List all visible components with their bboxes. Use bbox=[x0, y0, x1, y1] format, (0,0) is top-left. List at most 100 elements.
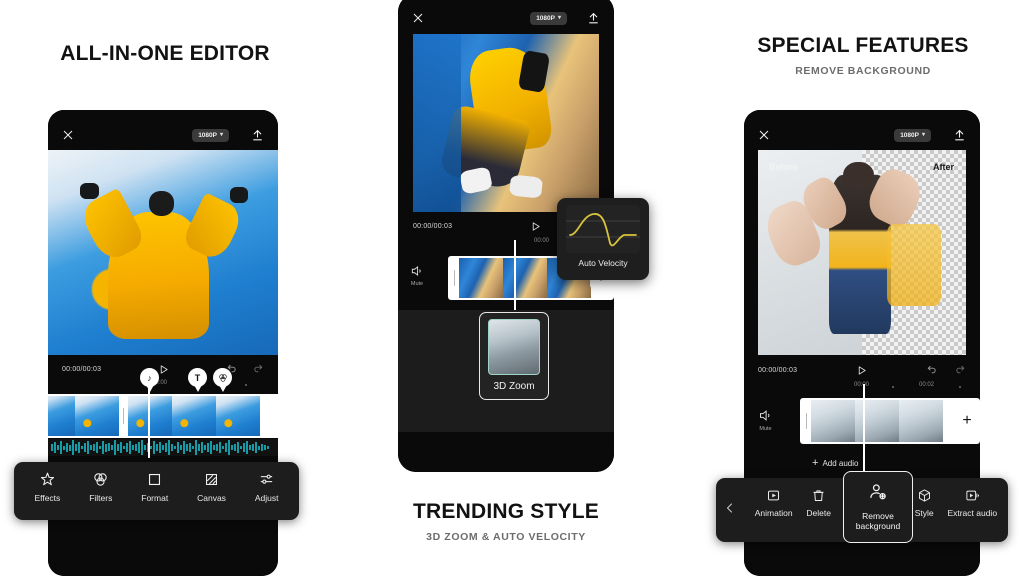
tool-adjust[interactable]: Adjust bbox=[254, 471, 279, 503]
left-video-preview[interactable] bbox=[48, 150, 278, 355]
clip-thumbnail[interactable] bbox=[128, 396, 172, 436]
animation-icon bbox=[766, 488, 781, 503]
audio-waveform[interactable] bbox=[48, 439, 278, 456]
tool-format[interactable]: Format bbox=[141, 471, 168, 503]
clip-thumbnail[interactable] bbox=[503, 258, 547, 298]
text-marker[interactable]: T bbox=[188, 368, 207, 393]
right-topbar: 1080P ▾ bbox=[744, 124, 980, 146]
middle-topbar: 1080P ▾ bbox=[398, 7, 614, 29]
export-icon[interactable] bbox=[953, 129, 966, 142]
mute-button[interactable]: Mute bbox=[410, 264, 424, 287]
left-primary-toolbar: Effects Filters Format Canvas Adjust bbox=[14, 462, 299, 520]
left-headline: ALL-IN-ONE EDITOR bbox=[0, 42, 330, 66]
audio-marker[interactable]: ♪ bbox=[140, 368, 159, 393]
velocity-label: Auto Velocity bbox=[578, 258, 628, 268]
export-icon[interactable] bbox=[587, 12, 600, 25]
clip-thumbnail[interactable] bbox=[459, 258, 503, 298]
auto-velocity-card[interactable]: Auto Velocity bbox=[557, 198, 649, 280]
add-clip-button[interactable]: + bbox=[956, 410, 978, 432]
tool-label: Extract audio bbox=[947, 508, 998, 518]
tool-label: Effects bbox=[34, 493, 61, 503]
trim-handle-left[interactable] bbox=[450, 258, 459, 298]
clip-thumbnail[interactable] bbox=[899, 400, 943, 442]
playhead[interactable] bbox=[148, 382, 150, 458]
resolution-badge[interactable]: 1080P ▾ bbox=[530, 11, 567, 25]
left-ruler: 00:00 bbox=[48, 380, 278, 390]
trash-icon bbox=[811, 488, 826, 503]
chevron-left-icon[interactable] bbox=[724, 502, 736, 514]
music-note-icon: ♪ bbox=[147, 372, 152, 383]
left-heading-text: ALL-IN-ONE EDITOR bbox=[60, 42, 270, 65]
before-label: Before bbox=[769, 162, 798, 172]
speaker-icon bbox=[760, 410, 770, 421]
redo-icon[interactable] bbox=[955, 365, 966, 376]
tool-extract-audio[interactable]: Extract audio bbox=[947, 488, 997, 518]
play-icon[interactable] bbox=[530, 221, 541, 232]
mute-button[interactable]: Mute bbox=[758, 408, 773, 432]
tool-animation[interactable]: Animation bbox=[755, 488, 793, 518]
chevron-down-icon: ▾ bbox=[219, 132, 223, 138]
add-audio-label: Add audio bbox=[822, 459, 859, 468]
ruler-tick-mid: 00:02 bbox=[919, 382, 935, 388]
tool-filters[interactable]: Filters bbox=[89, 471, 112, 503]
tool-canvas[interactable]: Canvas bbox=[197, 471, 226, 503]
trim-handle-mid[interactable] bbox=[119, 396, 128, 436]
plus-icon: + bbox=[812, 457, 819, 469]
middle-video-preview[interactable] bbox=[413, 34, 599, 212]
middle-heading-text: TRENDING STYLE bbox=[413, 500, 599, 523]
resolution-badge[interactable]: 1080P ▾ bbox=[192, 128, 229, 142]
mute-label: Mute bbox=[759, 426, 772, 432]
timecode-label: 00:00/00:03 bbox=[62, 365, 102, 373]
play-icon[interactable] bbox=[856, 365, 867, 376]
clip-thumbnail[interactable] bbox=[811, 400, 855, 442]
right-ruler: 00:00 00:02 bbox=[744, 382, 980, 392]
add-audio-button[interactable]: + Add audio bbox=[812, 458, 858, 469]
right-timeline[interactable]: + bbox=[800, 398, 980, 444]
tool-label: Style bbox=[914, 508, 934, 518]
close-icon[interactable] bbox=[758, 129, 770, 141]
left-control-row: 00:00/00:03 bbox=[48, 359, 278, 379]
tool-label: Filters bbox=[89, 493, 113, 503]
right-video-preview[interactable]: Before After bbox=[758, 150, 966, 355]
remove-background-icon bbox=[868, 482, 888, 507]
tool-style[interactable]: Style bbox=[915, 488, 934, 518]
chevron-down-icon: ▾ bbox=[557, 15, 561, 21]
right-subheading-text: REMOVE BACKGROUND bbox=[795, 65, 931, 77]
clip-thumbnail[interactable] bbox=[48, 396, 75, 436]
right-control-row: 00:00/00:03 bbox=[744, 360, 980, 380]
tool-label: Adjust bbox=[254, 493, 279, 503]
tool-effects[interactable]: Effects bbox=[34, 471, 60, 503]
right-headline: SPECIAL FEATURES REMOVE BACKGROUND bbox=[713, 34, 1013, 77]
resolution-label: 1080P bbox=[198, 131, 217, 139]
close-icon[interactable] bbox=[412, 12, 424, 24]
selected-style-option[interactable]: 3D Zoom bbox=[479, 312, 549, 400]
velocity-graph bbox=[566, 205, 640, 253]
redo-icon[interactable] bbox=[253, 364, 264, 375]
export-icon[interactable] bbox=[251, 129, 264, 142]
tool-delete[interactable]: Delete bbox=[806, 488, 831, 518]
style-label: 3D Zoom bbox=[493, 381, 535, 392]
format-icon bbox=[146, 471, 163, 488]
clip-thumbnail[interactable] bbox=[216, 396, 260, 436]
left-timeline[interactable]: + bbox=[48, 394, 278, 438]
ruler-tick-label: 00:00 bbox=[534, 238, 550, 244]
play-icon[interactable] bbox=[158, 364, 169, 375]
resolution-badge[interactable]: 1080P ▾ bbox=[894, 128, 931, 142]
middle-headline: TRENDING STYLE 3D ZOOM & AUTO VELOCITY bbox=[356, 500, 656, 543]
speaker-icon bbox=[411, 265, 421, 277]
undo-icon[interactable] bbox=[926, 365, 937, 376]
close-icon[interactable] bbox=[62, 129, 74, 141]
tool-remove-background[interactable]: Remove background bbox=[843, 471, 913, 543]
text-icon: T bbox=[194, 372, 201, 383]
clip-thumbnail[interactable] bbox=[75, 396, 119, 436]
filter-marker[interactable] bbox=[213, 368, 232, 393]
clip-thumbnail[interactable] bbox=[855, 400, 899, 442]
adjust-icon bbox=[258, 471, 275, 488]
resolution-label: 1080P bbox=[536, 14, 555, 22]
trim-handle-left[interactable] bbox=[802, 400, 811, 442]
timecode-label: 00:00/00:03 bbox=[413, 222, 453, 230]
clip-thumbnail[interactable] bbox=[172, 396, 216, 436]
left-topbar: 1080P ▾ bbox=[48, 124, 278, 146]
canvas-icon bbox=[203, 471, 220, 488]
filters-icon bbox=[218, 373, 227, 382]
